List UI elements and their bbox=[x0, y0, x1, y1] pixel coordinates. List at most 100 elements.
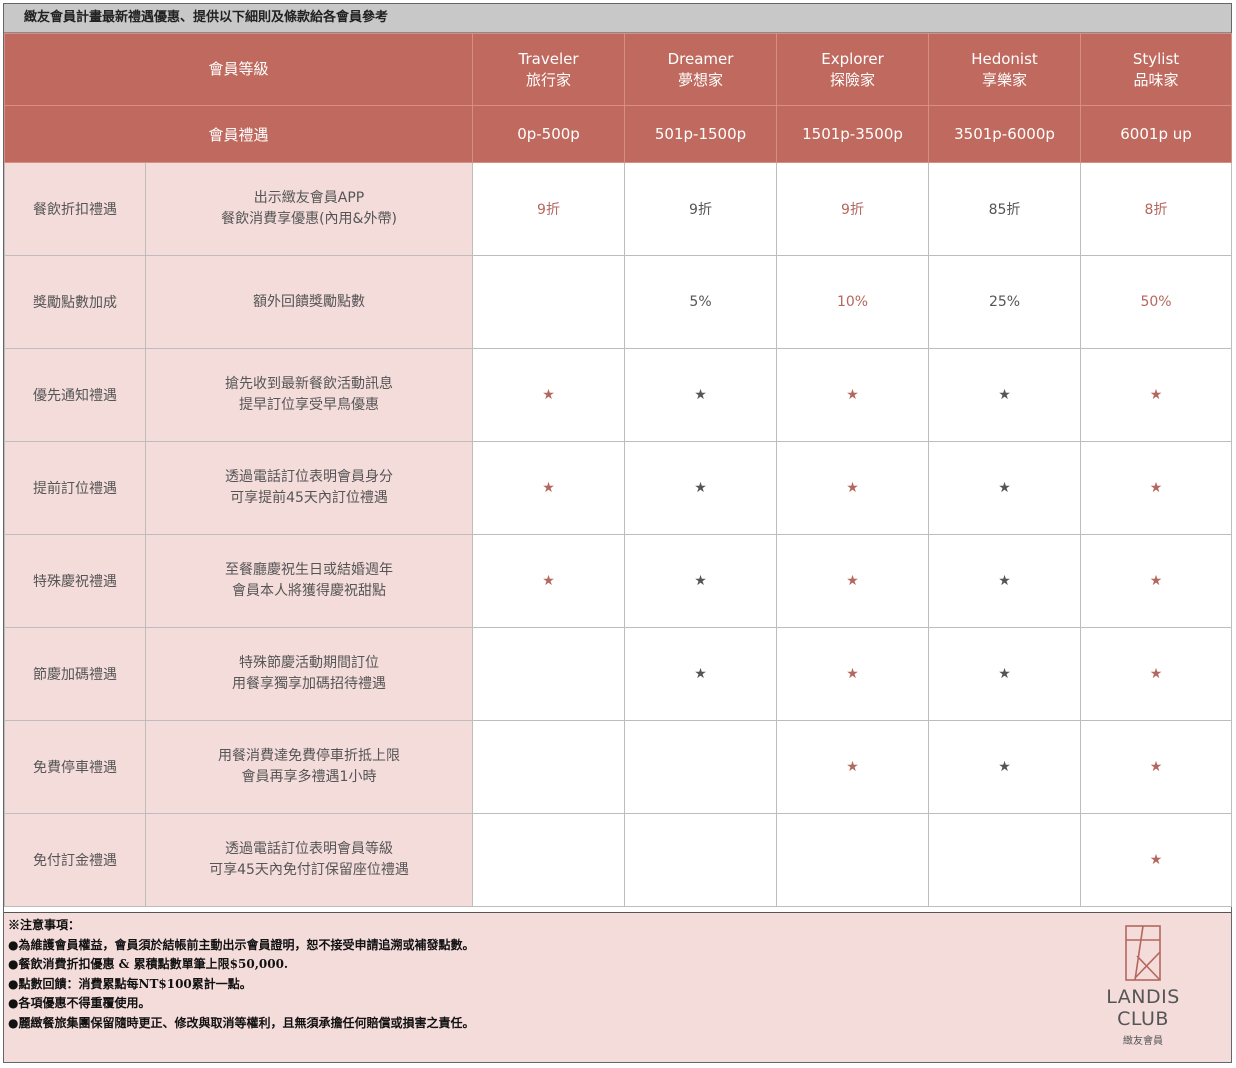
benefit-value bbox=[776, 813, 930, 907]
landis-club-logo-icon bbox=[1125, 925, 1161, 981]
benefit-description-line: 用餐享獨享加碼招待禮遇 bbox=[232, 676, 386, 692]
notes-panel: ※注意事項： ●為維護會員權益，會員須於結帳前主動出示會員證明，恕不接受申請追溯… bbox=[4, 912, 1231, 1062]
star-icon: ★ bbox=[624, 348, 778, 442]
tier-zh: 品味家 bbox=[1133, 70, 1179, 89]
sheet-title: 緻友會員計畫最新禮遇優惠、提供以下細則及條款給各會員參考 bbox=[4, 4, 1231, 33]
table-row: 免費停車禮遇 用餐消費達免費停車折抵上限 會員再享多禮遇1小時 ★ ★ ★ bbox=[4, 720, 1233, 814]
star-icon: ★ bbox=[472, 348, 626, 442]
star-icon: ★ bbox=[776, 627, 930, 721]
landis-club-logo: LANDIS CLUB 緻友會員 bbox=[1078, 922, 1208, 1047]
benefit-description-line: 提早訂位享受早鳥優惠 bbox=[239, 397, 379, 413]
benefit-description-line: 會員本人將獲得慶祝甜點 bbox=[232, 583, 386, 599]
star-icon: ★ bbox=[1080, 441, 1233, 535]
star-icon: ★ bbox=[928, 441, 1082, 535]
table-row: 特殊慶祝禮遇 至餐廳慶祝生日或結婚週年 會員本人將獲得慶祝甜點 ★ ★ ★ ★ ★ bbox=[4, 534, 1233, 628]
star-icon: ★ bbox=[928, 720, 1082, 814]
star-icon: ★ bbox=[928, 627, 1082, 721]
tier-en: Hedonist bbox=[971, 49, 1038, 68]
star-icon: ★ bbox=[776, 534, 930, 628]
benefit-value bbox=[472, 255, 626, 349]
benefit-description-line: 至餐廳慶祝生日或結婚週年 bbox=[225, 562, 393, 578]
benefit-description-line: 透過電話訂位表明會員身分 bbox=[225, 469, 393, 485]
benefit-description: 出示緻友會員APP 餐飲消費享優惠(內用&外帶) bbox=[144, 162, 474, 256]
benefit-description-line: 用餐消費達免費停車折抵上限 bbox=[218, 748, 400, 764]
benefit-name: 餐飲折扣禮遇 bbox=[4, 162, 146, 256]
star-icon: ★ bbox=[928, 534, 1082, 628]
benefit-description-line: 搶先收到最新餐飲活動訊息 bbox=[225, 376, 393, 392]
tier-points: 6001p up bbox=[1080, 105, 1233, 163]
tier-points: 0p-500p bbox=[472, 105, 626, 163]
tier-header-hedonist: Hedonist 享樂家 bbox=[928, 33, 1082, 106]
benefit-value: 85折 bbox=[928, 162, 1082, 256]
tier-header-traveler: Traveler 旅行家 bbox=[472, 33, 626, 106]
tier-en: Stylist bbox=[1132, 49, 1180, 68]
note-item: ●點數回饋：消費累點每NT$100累計一點。 bbox=[8, 976, 252, 991]
benefit-value: 5% bbox=[624, 255, 778, 349]
benefit-value bbox=[472, 627, 626, 721]
benefit-description-line: 特殊節慶活動期間訂位 bbox=[239, 655, 379, 671]
benefit-name: 優先通知禮遇 bbox=[4, 348, 146, 442]
benefit-value: 9折 bbox=[624, 162, 778, 256]
tier-zh: 夢想家 bbox=[678, 70, 724, 89]
note-item: ●麗緻餐旅集團保留隨時更正、修改與取消等權利，且無須承擔任何賠償或損害之責任。 bbox=[8, 1015, 475, 1030]
star-icon: ★ bbox=[1080, 534, 1233, 628]
tier-en: Explorer bbox=[821, 49, 884, 68]
benefit-value bbox=[472, 813, 626, 907]
benefit-name: 節慶加碼禮遇 bbox=[4, 627, 146, 721]
tier-header-stylist: Stylist 品味家 bbox=[1080, 33, 1233, 106]
benefit-value bbox=[928, 813, 1082, 907]
star-icon: ★ bbox=[1080, 348, 1233, 442]
tier-points: 1501p-3500p bbox=[776, 105, 930, 163]
star-icon: ★ bbox=[1080, 627, 1233, 721]
tier-header-explorer: Explorer 探險家 bbox=[776, 33, 930, 106]
benefit-description: 透過電話訂位表明會員等級 可享45天內免付訂保留座位禮遇 bbox=[144, 813, 474, 907]
benefit-description: 透過電話訂位表明會員身分 可享提前45天內訂位禮遇 bbox=[144, 441, 474, 535]
benefit-name: 提前訂位禮遇 bbox=[4, 441, 146, 535]
table-row: 節慶加碼禮遇 特殊節慶活動期間訂位 用餐享獨享加碼招待禮遇 ★ ★ ★ ★ bbox=[4, 627, 1233, 721]
benefit-name: 特殊慶祝禮遇 bbox=[4, 534, 146, 628]
tier-name-row: 會員等級 Traveler 旅行家 Dreamer 夢想家 Explorer 探險家 … bbox=[3, 33, 1233, 106]
benefit-description-line: 出示緻友會員APP bbox=[253, 190, 365, 206]
notes-heading: ※注意事項： bbox=[8, 918, 81, 932]
tier-zh: 享樂家 bbox=[982, 70, 1028, 89]
benefit-value: 9折 bbox=[472, 162, 626, 256]
benefit-name: 免付訂金禮遇 bbox=[4, 813, 146, 907]
star-icon: ★ bbox=[624, 534, 778, 628]
benefit-description: 特殊節慶活動期間訂位 用餐享獨享加碼招待禮遇 bbox=[144, 627, 474, 721]
star-icon: ★ bbox=[1080, 813, 1233, 907]
benefit-value bbox=[624, 813, 778, 907]
benefit-description-line: 餐飲消費享優惠(內用&外帶) bbox=[221, 211, 397, 227]
tier-zh: 探險家 bbox=[830, 70, 876, 89]
benefit-description-line: 額外回饋獎勵點數 bbox=[253, 293, 365, 310]
benefit-label: 會員禮遇 bbox=[3, 105, 474, 163]
logo-brand: LANDIS CLUB bbox=[1106, 986, 1180, 1030]
star-icon: ★ bbox=[472, 441, 626, 535]
benefit-value: 10% bbox=[776, 255, 930, 349]
membership-sheet: 緻友會員計畫最新禮遇優惠、提供以下細則及條款給各會員參考 會員等級 Travel… bbox=[3, 3, 1233, 1063]
tier-en: Dreamer bbox=[667, 49, 734, 68]
benefit-description: 搶先收到最新餐飲活動訊息 提早訂位享受早鳥優惠 bbox=[144, 348, 474, 442]
benefit-description: 用餐消費達免費停車折抵上限 會員再享多禮遇1小時 bbox=[144, 720, 474, 814]
benefit-value: 9折 bbox=[776, 162, 930, 256]
tier-en: Traveler bbox=[518, 49, 579, 68]
benefit-name: 獎勵點數加成 bbox=[4, 255, 146, 349]
membership-table: 會員等級 Traveler 旅行家 Dreamer 夢想家 Explorer 探險家 … bbox=[3, 33, 1233, 907]
benefit-value bbox=[472, 720, 626, 814]
tier-zh: 旅行家 bbox=[526, 70, 572, 89]
table-row: 免付訂金禮遇 透過電話訂位表明會員等級 可享45天內免付訂保留座位禮遇 ★ bbox=[4, 813, 1233, 907]
table-row: 餐飲折扣禮遇 出示緻友會員APP 餐飲消費享優惠(內用&外帶) 9折 9折 9折 85折 8折 bbox=[4, 162, 1233, 256]
star-icon: ★ bbox=[624, 441, 778, 535]
benefit-description: 至餐廳慶祝生日或結婚週年 會員本人將獲得慶祝甜點 bbox=[144, 534, 474, 628]
star-icon: ★ bbox=[624, 627, 778, 721]
level-label: 會員等級 bbox=[3, 33, 474, 106]
table-row: 優先通知禮遇 搶先收到最新餐飲活動訊息 提早訂位享受早鳥優惠 ★ ★ ★ ★ ★ bbox=[4, 348, 1233, 442]
note-item: ●為維護會員權益，會員須於結帳前主動出示會員證明，恕不接受申請追溯或補發點數。 bbox=[8, 937, 475, 952]
note-item: ●餐飲消費折扣優惠 & 累積點數單筆上限$50,000. bbox=[8, 957, 289, 971]
benefit-description-line: 透過電話訂位表明會員等級 bbox=[225, 841, 393, 857]
star-icon: ★ bbox=[472, 534, 626, 628]
benefit-value: 8折 bbox=[1080, 162, 1233, 256]
tier-points: 3501p-6000p bbox=[928, 105, 1082, 163]
table-row: 提前訂位禮遇 透過電話訂位表明會員身分 可享提前45天內訂位禮遇 ★ ★ ★ ★ ★ bbox=[4, 441, 1233, 535]
note-item: ●各項優惠不得重覆使用。 bbox=[8, 996, 151, 1010]
tier-header-dreamer: Dreamer 夢想家 bbox=[624, 33, 778, 106]
